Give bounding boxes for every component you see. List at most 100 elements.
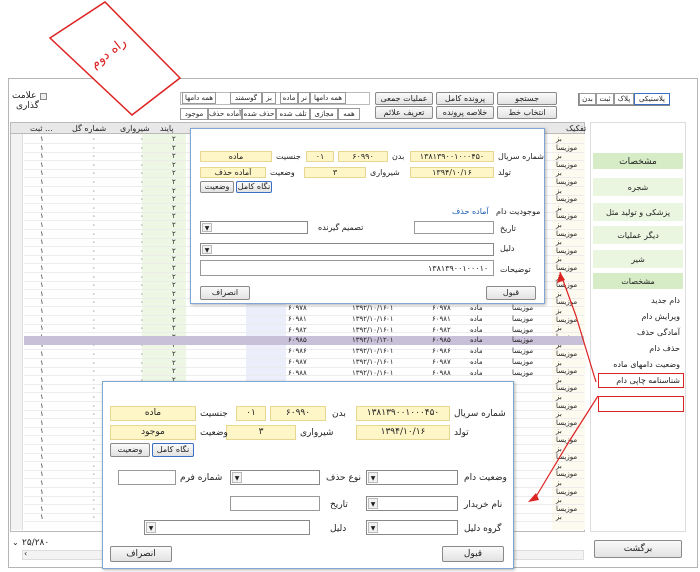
table-cell: موزیسا bbox=[556, 178, 578, 186]
table-cell: ۱ bbox=[40, 289, 44, 298]
table-cell: ۰ bbox=[140, 143, 144, 152]
dlg2-birth: ۱۳۹۴/۱۰/۱۶ bbox=[356, 425, 450, 440]
file-summary-button[interactable]: خلاصه پرونده bbox=[436, 106, 494, 119]
table-cell: ۰ bbox=[140, 358, 144, 367]
dlg2-reason-arrow-icon[interactable]: ▼ bbox=[146, 522, 156, 533]
table-cell: ۰ bbox=[140, 315, 144, 324]
dlg1-decider-select[interactable]: ▼ bbox=[200, 221, 308, 234]
dlg2-animal-status-arrow-icon[interactable]: ▼ bbox=[368, 472, 378, 483]
back-button[interactable]: برگشت bbox=[594, 540, 682, 558]
table-cell: ۶۰۹۸۶ bbox=[432, 347, 451, 356]
table-cell: ۱ bbox=[40, 410, 44, 419]
table-cell: ۱ bbox=[40, 470, 44, 479]
table-cell: ۰ bbox=[140, 264, 144, 272]
table-cell: موزیسا bbox=[556, 229, 578, 238]
side-print-id[interactable]: شناسنامه چاپی دام bbox=[600, 376, 680, 385]
dlg1-status-button[interactable]: وضعیت bbox=[200, 181, 234, 193]
define-marks-button[interactable]: تعریف علائم bbox=[375, 106, 433, 119]
dlg2-reason-select[interactable]: ▼ bbox=[144, 520, 310, 535]
select-line-button[interactable]: انتخاب خط bbox=[497, 106, 557, 119]
search-button[interactable]: جستجو bbox=[497, 92, 557, 105]
table-cell: ۱ bbox=[40, 315, 44, 324]
table-cell: ۰ bbox=[140, 238, 144, 247]
full-file-button[interactable]: پرونده کامل bbox=[436, 92, 494, 105]
filter-goat[interactable]: بز bbox=[262, 92, 276, 104]
filter-ready-removal[interactable]: آماده حذف bbox=[208, 108, 242, 120]
table-cell: ۰ bbox=[92, 195, 96, 204]
filter-ram[interactable]: نر bbox=[298, 92, 310, 104]
dlg1-cancel-button[interactable]: انصراف bbox=[200, 286, 250, 300]
header-milk[interactable]: شیرواری bbox=[120, 124, 150, 133]
table-cell: ۰ bbox=[92, 160, 96, 169]
dlg1-date-input[interactable] bbox=[414, 221, 494, 234]
dlg2-form-no-label: شماره فرم bbox=[180, 473, 223, 483]
tab-register[interactable]: ثبت bbox=[596, 93, 614, 105]
header-breed[interactable]: تفکیک bbox=[566, 124, 586, 133]
dlg2-status-button[interactable]: وضعیت bbox=[110, 443, 150, 457]
dlg1-decider-arrow-icon[interactable]: ▼ bbox=[202, 223, 212, 232]
dlg2-removal-type-select[interactable]: ▼ bbox=[230, 470, 320, 485]
dlg1-accept-button[interactable]: قبول bbox=[486, 286, 536, 300]
table-cell: ۰ bbox=[92, 350, 96, 358]
dlg2-removal-type-arrow-icon[interactable]: ▼ bbox=[232, 472, 242, 483]
record-count: ۲۵/۲۸۰ bbox=[22, 538, 50, 548]
side-ready-remove[interactable]: آمادگی حذف bbox=[620, 328, 680, 337]
filter-sheep[interactable]: گوسفند bbox=[230, 92, 262, 104]
dlg1-full-view-button[interactable]: نگاه کامل bbox=[236, 181, 272, 193]
table-cell: ۰ bbox=[140, 324, 144, 333]
tab-body[interactable]: بدن bbox=[579, 93, 596, 105]
side-specs-header[interactable]: مشخصات bbox=[594, 157, 682, 167]
side-edit-animal[interactable]: ویرایش دام bbox=[620, 312, 680, 321]
side-pedigree[interactable]: شجره bbox=[594, 183, 682, 192]
filter-dead[interactable]: تلف شده bbox=[276, 108, 310, 120]
mark-label-2: گذاری bbox=[16, 101, 39, 111]
table-cell: بز bbox=[556, 169, 562, 178]
table-cell: ۰ bbox=[92, 272, 96, 281]
table-cell: ۲ bbox=[172, 135, 176, 143]
filter-removed[interactable]: حذف شده bbox=[242, 108, 276, 120]
dlg2-reason-group-select[interactable]: ▼ bbox=[366, 520, 458, 535]
table-cell: ۰ bbox=[140, 221, 144, 229]
table-cell: ۰ bbox=[92, 418, 96, 427]
dlg2-form-no-input[interactable] bbox=[118, 470, 176, 485]
dlg2-animal-status-select[interactable]: ▼ bbox=[366, 470, 458, 485]
table-cell: ۱ bbox=[40, 298, 44, 307]
side-female-status[interactable]: وضعیت دامهای ماده bbox=[600, 360, 680, 369]
table-cell: ۱ bbox=[40, 272, 44, 281]
scroll-left-icon[interactable]: ‹ bbox=[24, 549, 27, 558]
dlg2-cancel-button[interactable]: انصراف bbox=[110, 546, 172, 562]
filter-female[interactable]: ماده bbox=[280, 92, 298, 104]
table-cell: ۰ bbox=[140, 169, 144, 178]
filter-all[interactable]: همه bbox=[338, 108, 360, 120]
header-register[interactable]: ثبت ... bbox=[30, 124, 53, 133]
header-flower-no[interactable]: شماره گل bbox=[72, 124, 106, 133]
group-ops-button[interactable]: عملیات جمعی bbox=[375, 92, 433, 105]
dlg1-reason-select[interactable]: ▼ bbox=[200, 243, 494, 256]
dlg2-buyer-arrow-icon[interactable]: ▼ bbox=[368, 498, 378, 509]
tab-plaque[interactable]: پلاک bbox=[614, 93, 634, 105]
table-cell: ۰ bbox=[92, 307, 96, 315]
table-cell: ۲ bbox=[172, 264, 176, 272]
dlg2-date-input[interactable] bbox=[230, 496, 320, 511]
dlg2-full-view-button[interactable]: نگاه کامل bbox=[152, 443, 194, 457]
dlg2-reason-group-arrow-icon[interactable]: ▼ bbox=[368, 522, 378, 533]
side-new-animal[interactable]: دام جدید bbox=[620, 296, 680, 305]
dlg1-reason-arrow-icon[interactable]: ▼ bbox=[202, 245, 212, 254]
table-cell: ۱ bbox=[40, 152, 44, 161]
side-other-ops[interactable]: دیگر عملیات bbox=[594, 231, 682, 240]
table-cell: ۶۰۹۸۷ bbox=[288, 358, 307, 366]
filter-virtual[interactable]: مجازی bbox=[310, 108, 338, 120]
table-cell: ۱ bbox=[40, 135, 44, 143]
table-cell: ۲ bbox=[172, 289, 176, 298]
chevron-down-icon[interactable]: ⌄ bbox=[12, 538, 19, 547]
grid-scrollbar[interactable] bbox=[11, 134, 23, 530]
filter-all-animals[interactable]: همه دامها bbox=[310, 92, 346, 104]
dlg1-reason-label: دلیل bbox=[500, 244, 515, 253]
side-medical[interactable]: پزشکی و تولید مثل bbox=[594, 208, 682, 217]
header-pattern[interactable]: پایند bbox=[160, 124, 174, 133]
tab-plastic[interactable]: پلاستیکی bbox=[634, 93, 670, 105]
dlg2-accept-button[interactable]: قبول bbox=[442, 546, 504, 562]
dlg2-buyer-select[interactable]: ▼ bbox=[366, 496, 458, 511]
table-cell: ۶۰۹۷۸ bbox=[288, 304, 307, 312]
side-remove-animal[interactable]: حذف دام bbox=[620, 344, 680, 353]
